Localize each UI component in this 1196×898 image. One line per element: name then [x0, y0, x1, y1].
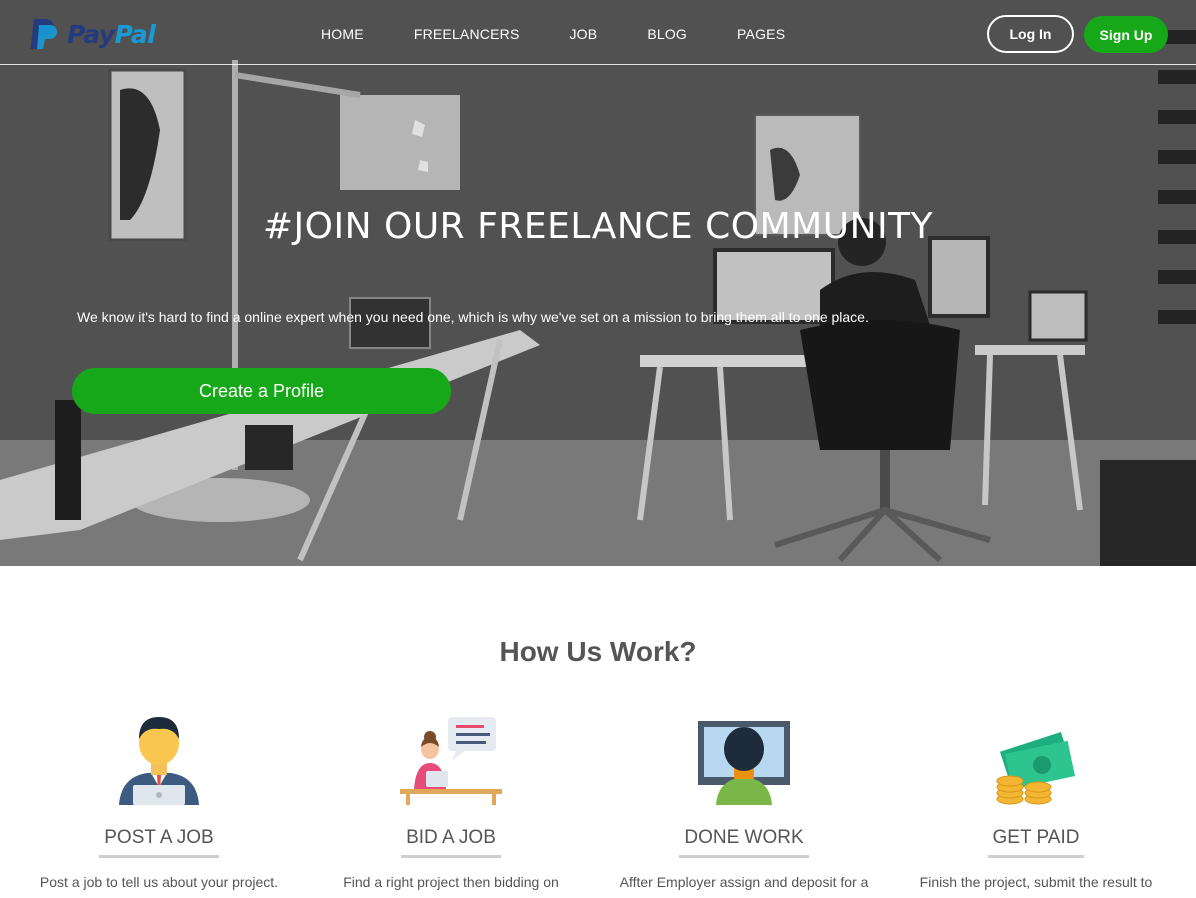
logo-wordmark: PayPal — [67, 19, 156, 49]
main-menu: HOME FREELANCERS JOB BLOG PAGES — [321, 25, 835, 43]
top-navbar: PayPal HOME FREELANCERS JOB BLOG PAGES L… — [0, 0, 1196, 65]
worker-monitor-icon — [698, 721, 790, 805]
paypal-logo[interactable]: PayPal — [28, 16, 156, 52]
money-coins-icon — [996, 731, 1076, 805]
nav-link-freelancers[interactable]: FREELANCERS — [414, 25, 520, 43]
step-bid-a-job: BID A JOB Find a right project then bidd… — [306, 710, 596, 892]
nav-link-pages[interactable]: PAGES — [737, 25, 785, 43]
woman-chat-desk-icon — [400, 717, 502, 805]
step-label: GET PAID — [987, 827, 1085, 858]
step-description: Finish the project, submit the result to — [919, 874, 1153, 890]
logo-text-pal: Pal — [114, 19, 156, 49]
hero-section: PayPal HOME FREELANCERS JOB BLOG PAGES L… — [0, 0, 1196, 566]
hero-subtitle: We know it's hard to find a online exper… — [77, 309, 869, 325]
step-get-paid: GET PAID Finish the project, submit the … — [891, 710, 1181, 892]
how-section-title: How Us Work? — [499, 636, 697, 667]
nav-link-blog[interactable]: BLOG — [647, 25, 687, 43]
office-background-image — [0, 0, 1196, 566]
create-profile-button[interactable]: Create a Profile — [72, 368, 451, 414]
businessman-laptop-icon — [119, 717, 199, 805]
nav-link-job[interactable]: JOB — [569, 25, 597, 43]
signup-button[interactable]: Sign Up — [1084, 16, 1168, 53]
step-description: Affter Employer assign and deposit for a — [619, 874, 869, 890]
paypal-p-icon — [30, 19, 57, 49]
step-done-work: DONE WORK Affter Employer assign and dep… — [599, 710, 889, 892]
step-description: Find a right project then bidding on — [343, 874, 559, 890]
nav-link-home[interactable]: HOME — [321, 25, 364, 43]
step-label: POST A JOB — [99, 827, 219, 858]
hero-title: #JOIN OUR FREELANCE COMMUNITY — [262, 206, 934, 247]
step-label: BID A JOB — [401, 827, 501, 858]
step-post-a-job: POST A JOB Post a job to tell us about y… — [14, 710, 304, 892]
logo-text-pay: Pay — [67, 19, 115, 49]
step-description: Post a job to tell us about your project… — [39, 874, 279, 890]
step-label: DONE WORK — [679, 827, 809, 858]
login-button[interactable]: Log In — [987, 15, 1074, 53]
